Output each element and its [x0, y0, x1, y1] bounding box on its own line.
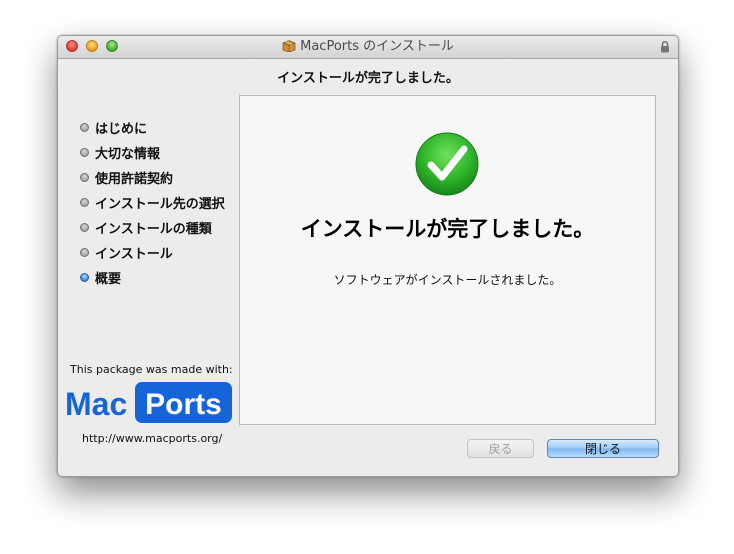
step-list: はじめに 大切な情報 使用許諾契約 インストール先の選択 インストールの種類 イ… — [80, 115, 225, 290]
macports-url: http://www.macports.org/ — [82, 432, 223, 445]
summary-message: ソフトウェアがインストールされました。 — [333, 273, 562, 287]
installer-window: MacPorts のインストール インストールが完了しました。 はじめに 大切な… — [57, 35, 679, 477]
step-item-installation-type: インストールの種類 — [80, 215, 225, 240]
window-title: MacPorts のインストール — [300, 39, 454, 54]
step-bullet-icon — [80, 223, 89, 232]
logo-ports-text: Ports — [145, 388, 222, 421]
step-bullet-active-icon — [80, 273, 89, 282]
step-label: 大切な情報 — [95, 147, 161, 162]
close-button[interactable]: 閉じる — [547, 439, 659, 458]
step-item-summary: 概要 — [80, 265, 225, 290]
step-bullet-icon — [80, 148, 89, 157]
lock-icon[interactable] — [660, 41, 670, 53]
step-bullet-icon — [80, 248, 89, 257]
step-label: 使用許諾契約 — [95, 172, 174, 187]
title-bar[interactable]: MacPorts のインストール — [58, 36, 678, 59]
step-bullet-icon — [80, 173, 89, 182]
back-button[interactable]: 戻る — [467, 439, 534, 458]
step-label: はじめに — [95, 122, 148, 137]
step-item-introduction: はじめに — [80, 115, 225, 140]
step-label: インストール先の選択 — [95, 197, 225, 212]
package-icon — [282, 40, 296, 52]
step-item-destination: インストール先の選択 — [80, 190, 225, 215]
step-label: インストールの種類 — [95, 222, 212, 237]
step-bullet-icon — [80, 123, 89, 132]
checkmark-icon — [415, 132, 479, 196]
summary-panel: インストールが完了しました。 ソフトウェアがインストールされました。 — [239, 95, 656, 425]
header-title: インストールが完了しました。 — [277, 71, 459, 86]
step-item-read-me: 大切な情報 — [80, 140, 225, 165]
logo-mac-text: Mac — [65, 386, 127, 422]
macports-logo: Mac Ports — [65, 382, 232, 423]
step-label: インストール — [95, 247, 173, 262]
step-item-installation: インストール — [80, 240, 225, 265]
summary-title: インストールが完了しました。 — [300, 217, 595, 241]
step-item-license: 使用許諾契約 — [80, 165, 225, 190]
step-label: 概要 — [95, 272, 122, 287]
step-bullet-icon — [80, 198, 89, 207]
window-title-container: MacPorts のインストール — [58, 36, 678, 58]
made-with-text: This package was made with: — [70, 363, 233, 376]
